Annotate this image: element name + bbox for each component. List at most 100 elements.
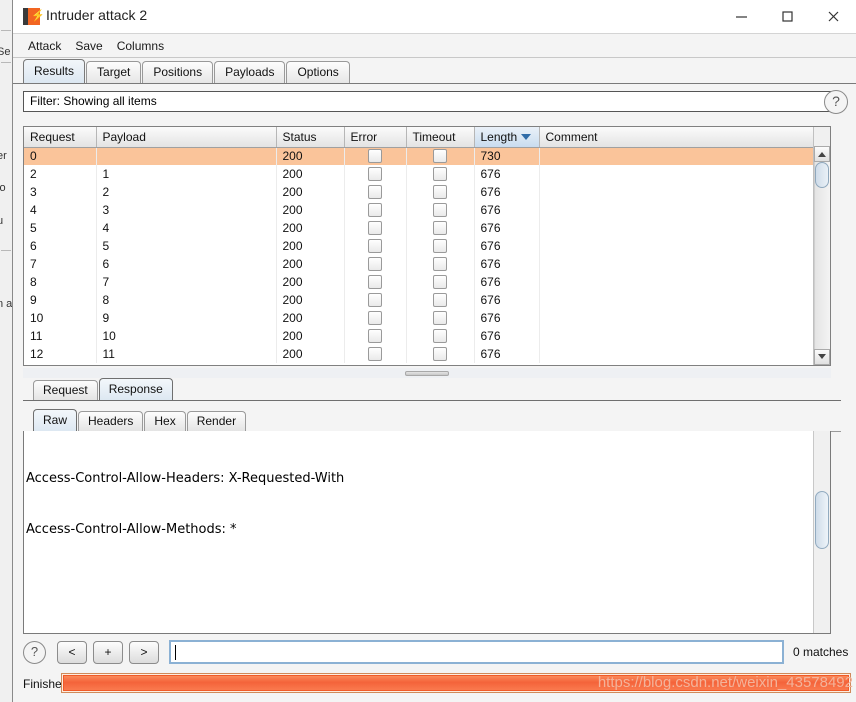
menu-item-columns[interactable]: Columns bbox=[110, 37, 171, 55]
checkbox-icon[interactable] bbox=[433, 346, 447, 361]
checkbox-icon[interactable] bbox=[433, 220, 447, 235]
checkbox-icon[interactable] bbox=[433, 184, 447, 199]
scroll-up-icon[interactable] bbox=[814, 146, 830, 162]
checkbox-icon[interactable] bbox=[433, 202, 447, 217]
cell-timeout[interactable] bbox=[406, 165, 475, 183]
checkbox-icon[interactable] bbox=[368, 238, 382, 253]
tab-results[interactable]: Results bbox=[23, 59, 86, 83]
maximize-button[interactable] bbox=[764, 0, 810, 33]
table-row[interactable]: 5 4 200 676 bbox=[24, 219, 816, 237]
scroll-down-icon[interactable] bbox=[814, 349, 830, 365]
checkbox-icon[interactable] bbox=[433, 292, 447, 307]
column-header-comment[interactable]: Comment bbox=[539, 127, 816, 148]
cell-timeout[interactable] bbox=[406, 147, 475, 165]
checkbox-icon[interactable] bbox=[433, 328, 447, 343]
tab-request[interactable]: Request bbox=[33, 380, 98, 400]
checkbox-icon[interactable] bbox=[368, 292, 382, 307]
checkbox-icon[interactable] bbox=[433, 256, 447, 271]
checkbox-icon[interactable] bbox=[368, 148, 382, 163]
cell-timeout[interactable] bbox=[406, 201, 475, 219]
filter-bar[interactable]: Filter: Showing all items bbox=[23, 91, 831, 112]
checkbox-icon[interactable] bbox=[368, 274, 382, 289]
cell-error[interactable] bbox=[344, 273, 407, 291]
column-header-status[interactable]: Status bbox=[276, 127, 345, 148]
find-add-button[interactable]: + bbox=[93, 640, 123, 664]
cell-timeout[interactable] bbox=[406, 327, 475, 345]
table-row[interactable]: 9 8 200 676 bbox=[24, 291, 816, 309]
tab-positions[interactable]: Positions bbox=[142, 61, 214, 83]
table-row[interactable]: 3 2 200 676 bbox=[24, 183, 816, 201]
column-header-length[interactable]: Length bbox=[474, 127, 540, 148]
column-header-error[interactable]: Error bbox=[344, 127, 407, 148]
table-row[interactable]: 4 3 200 676 bbox=[24, 201, 816, 219]
cell-error[interactable] bbox=[344, 309, 407, 327]
cell-error[interactable] bbox=[344, 255, 407, 273]
checkbox-icon[interactable] bbox=[368, 202, 382, 217]
menu-item-save[interactable]: Save bbox=[68, 37, 109, 55]
response-viewer[interactable]: Access-Control-Allow-Headers: X-Requeste… bbox=[23, 431, 831, 634]
checkbox-icon[interactable] bbox=[368, 256, 382, 271]
cell-timeout[interactable] bbox=[406, 309, 475, 327]
tab-payloads[interactable]: Payloads bbox=[214, 61, 286, 83]
results-scrollbar-track[interactable] bbox=[814, 162, 830, 349]
cell-timeout[interactable] bbox=[406, 291, 475, 309]
results-scrollbar-thumb[interactable] bbox=[815, 162, 829, 188]
results-scrollbar[interactable] bbox=[813, 127, 830, 365]
cell-error[interactable] bbox=[344, 291, 407, 309]
checkbox-icon[interactable] bbox=[368, 346, 382, 361]
column-header-timeout[interactable]: Timeout bbox=[406, 127, 475, 148]
checkbox-icon[interactable] bbox=[433, 274, 447, 289]
tab-raw[interactable]: Raw bbox=[33, 409, 78, 431]
checkbox-icon[interactable] bbox=[368, 166, 382, 181]
checkbox-icon[interactable] bbox=[368, 184, 382, 199]
splitter-grip[interactable] bbox=[405, 371, 449, 376]
tab-hex[interactable]: Hex bbox=[144, 411, 186, 431]
table-row[interactable]: 2 1 200 676 bbox=[24, 165, 816, 183]
help-icon[interactable]: ? bbox=[824, 90, 848, 114]
find-help-icon[interactable]: ? bbox=[23, 640, 46, 664]
checkbox-icon[interactable] bbox=[368, 310, 382, 325]
table-row[interactable]: 0 200 730 bbox=[24, 147, 816, 165]
checkbox-icon[interactable] bbox=[433, 238, 447, 253]
checkbox-icon[interactable] bbox=[433, 166, 447, 181]
minimize-button[interactable] bbox=[718, 0, 764, 33]
menu-item-attack[interactable]: Attack bbox=[21, 37, 68, 55]
checkbox-icon[interactable] bbox=[433, 310, 447, 325]
table-row[interactable]: 11 10 200 676 bbox=[24, 327, 816, 345]
column-header-request[interactable]: Request bbox=[24, 127, 97, 148]
checkbox-icon[interactable] bbox=[368, 220, 382, 235]
table-row[interactable]: 6 5 200 676 bbox=[24, 237, 816, 255]
tab-target[interactable]: Target bbox=[86, 61, 142, 83]
cell-error[interactable] bbox=[344, 327, 407, 345]
tab-render[interactable]: Render bbox=[186, 411, 247, 431]
cell-error[interactable] bbox=[344, 201, 407, 219]
response-scrollbar-thumb[interactable] bbox=[815, 491, 829, 549]
checkbox-icon[interactable] bbox=[368, 328, 382, 343]
tab-response[interactable]: Response bbox=[98, 378, 173, 400]
checkbox-icon[interactable] bbox=[433, 148, 447, 163]
cell-error[interactable] bbox=[344, 183, 407, 201]
cell-timeout[interactable] bbox=[406, 237, 475, 255]
tab-headers[interactable]: Headers bbox=[78, 411, 144, 431]
table-row[interactable]: 7 6 200 676 bbox=[24, 255, 816, 273]
cell-error[interactable] bbox=[344, 165, 407, 183]
cell-error[interactable] bbox=[344, 219, 407, 237]
response-scrollbar[interactable] bbox=[813, 431, 830, 633]
cell-error[interactable] bbox=[344, 237, 407, 255]
cell-timeout[interactable] bbox=[406, 255, 475, 273]
column-header-payload[interactable]: Payload bbox=[96, 127, 277, 148]
table-row[interactable]: 12 11 200 676 bbox=[24, 345, 816, 363]
table-row[interactable]: 8 7 200 676 bbox=[24, 273, 816, 291]
find-prev-button[interactable]: < bbox=[57, 640, 87, 664]
cell-timeout[interactable] bbox=[406, 183, 475, 201]
cell-timeout[interactable] bbox=[406, 219, 475, 237]
cell-timeout[interactable] bbox=[406, 345, 475, 363]
find-next-button[interactable]: > bbox=[129, 640, 159, 664]
search-input[interactable] bbox=[169, 640, 784, 664]
cell-timeout[interactable] bbox=[406, 273, 475, 291]
close-button[interactable] bbox=[810, 0, 856, 33]
tab-options[interactable]: Options bbox=[286, 61, 350, 83]
cell-error[interactable] bbox=[344, 345, 407, 363]
table-row[interactable]: 10 9 200 676 bbox=[24, 309, 816, 327]
cell-error[interactable] bbox=[344, 147, 407, 165]
